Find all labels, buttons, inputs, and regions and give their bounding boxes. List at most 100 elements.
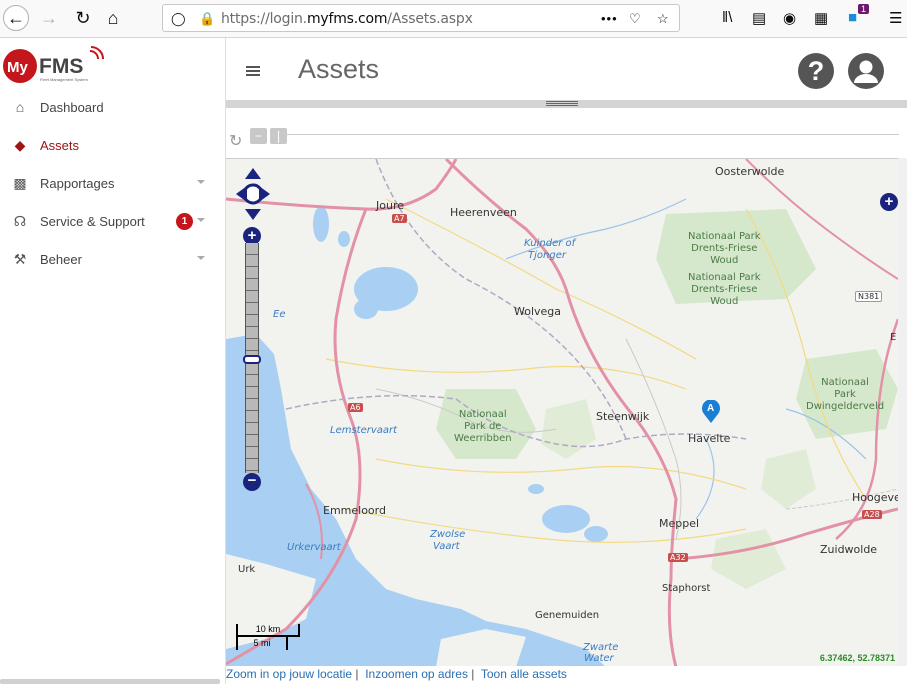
page-title: Assets [298, 54, 380, 84]
road-shield-a28: A28 [862, 510, 882, 519]
scale-km: 10 km [236, 624, 300, 637]
pocket-icon[interactable]: ♡ [629, 11, 641, 27]
forward-button[interactable]: → [36, 5, 62, 31]
svg-text:My: My [7, 59, 28, 76]
shield-icon[interactable]: ◯ [171, 11, 186, 27]
sidebar-item-service-support[interactable]: ☊ Service & Support 1 [0, 202, 225, 240]
menu-icon[interactable]: ☰ [889, 9, 902, 27]
url-bar[interactable]: ◯ 🔒 https://login.myfms.com/Assets.aspx … [162, 4, 680, 32]
map-label-park-weerribben: Nationaal Park de Weerribben [454, 409, 512, 444]
map-label-tjonger: Tjonger [528, 250, 566, 261]
splitter-grip-icon[interactable] [546, 101, 578, 106]
map-label-water: Water [584, 653, 614, 664]
user-avatar-button[interactable] [848, 53, 884, 89]
map-label-staphorst: Staphorst [662, 583, 711, 594]
map-label-urk: Urk [238, 564, 256, 575]
map-label-vaart: Vaart [433, 541, 460, 552]
home-button[interactable]: ⌂ [100, 5, 126, 31]
map-label-hoogeveen: Hoogeve [852, 491, 898, 504]
asset-marker-label: A [707, 403, 715, 414]
myfms-logo[interactable]: My FMS Fleet Management System [2, 44, 106, 84]
show-all-assets-link[interactable]: Toon alle assets [481, 667, 567, 681]
map-label-wolvega: Wolvega [514, 305, 562, 318]
chevron-down-icon [197, 218, 205, 222]
url-text[interactable]: https://login.myfms.com/Assets.aspx [221, 11, 473, 27]
map-label-lemstervaart: Lemstervaart [330, 425, 398, 436]
browser-toolbar: ← → ↻ ⌂ ◯ 🔒 https://login.myfms.com/Asse… [0, 0, 907, 38]
pane-icon[interactable]: ❘ [270, 128, 287, 144]
sidebar: My FMS Fleet Management System ⌂ Dashboa… [0, 38, 226, 684]
svg-text:Fleet Management System: Fleet Management System [40, 77, 88, 82]
page-actions-icon[interactable]: ••• [601, 11, 618, 26]
zoom-slider-handle[interactable] [243, 355, 261, 364]
hamburger-menu-icon[interactable] [246, 66, 260, 76]
map-zoom-control[interactable]: + − [243, 227, 263, 491]
sidebar-item-dashboard[interactable]: ⌂ Dashboard [0, 88, 225, 126]
chevron-down-icon [197, 256, 205, 260]
headset-icon: ☊ [13, 212, 27, 229]
map-footer-links: Zoom in op jouw locatie | Inzoomen op ad… [226, 667, 907, 684]
asset-marker[interactable]: A [701, 400, 721, 423]
sidebar-item-label: Rapportages [40, 175, 115, 191]
refresh-icon[interactable]: ↻ [229, 131, 242, 151]
extension-icon[interactable]: ▦ [814, 9, 828, 27]
map-label-park-drents-2: Nationaal Park Drents-Friese Woud [688, 272, 761, 307]
link-separator: | [471, 667, 475, 681]
library-icon[interactable]: ‖\ [722, 9, 732, 26]
sidebar-item-label: Dashboard [40, 99, 104, 115]
sidebar-item-beheer[interactable]: ⚒ Beheer [0, 240, 225, 278]
collapse-icon[interactable]: − [250, 128, 267, 144]
map-label-zwarte: Zwarte [583, 642, 619, 653]
map-label-park-dwingelderveld: Nationaal Park Dwingelderveld [806, 377, 885, 412]
zoom-out-icon[interactable]: − [243, 473, 261, 491]
sidebar-item-label: Assets [40, 137, 80, 153]
link-separator: | [355, 667, 359, 681]
map-label-steenwijk: Steenwijk [596, 410, 650, 423]
layer-switcher-icon[interactable]: + [880, 193, 898, 211]
toolbar-divider [286, 134, 899, 135]
map-label-emmeloord: Emmeloord [323, 504, 386, 517]
sidebar-item-assets[interactable]: ◆ Assets [0, 126, 225, 164]
scale-mi: 5 mi [236, 637, 288, 650]
bar-chart-icon: ▩ [13, 174, 27, 191]
map-label-oosterwolde: Oosterwolde [715, 165, 785, 178]
sidebar-item-rapportages[interactable]: ▩ Rapportages [0, 164, 225, 202]
map-label-zwolse: Zwolse [430, 529, 466, 540]
road-shield-a7: A7 [392, 214, 407, 223]
coordinate-readout: 6.37462, 52.78371 [819, 653, 895, 663]
svg-text:FMS: FMS [39, 55, 83, 78]
map-label-meppel: Meppel [659, 517, 700, 530]
addon-icon[interactable]: ■ [848, 9, 857, 26]
account-icon[interactable]: ◉ [783, 9, 796, 27]
user-icon [854, 60, 878, 83]
map-canvas [226, 159, 898, 666]
map-label-park-drents-1: Nationaal Park Drents-Friese Woud [688, 231, 761, 266]
map-label-havelte: Havelte [688, 432, 731, 445]
bookmark-star-icon[interactable]: ☆ [657, 11, 669, 27]
page-scrollbar[interactable] [898, 158, 907, 666]
layers-icon: ◆ [14, 136, 26, 153]
sidebar-scrollbar[interactable] [0, 679, 220, 684]
map-view[interactable]: Joure Heerenveen Oosterwolde Kuinder of … [226, 158, 898, 666]
map-label-ee: Ee [273, 309, 286, 320]
map-label-urkervaart: Urkervaart [287, 542, 341, 553]
back-button[interactable]: ← [3, 5, 29, 31]
map-pan-control[interactable] [234, 166, 272, 222]
lock-icon[interactable]: 🔒 [199, 11, 215, 27]
wrench-icon: ⚒ [13, 250, 27, 267]
home-icon: ⌂ [15, 99, 25, 115]
map-scale: 10 km 5 mi [236, 624, 302, 652]
reload-button[interactable]: ↻ [70, 5, 96, 31]
road-shield-a6: A6 [348, 403, 363, 412]
zoom-to-address-link[interactable]: Inzoomen op adres [365, 667, 468, 681]
page-header: Assets ? [226, 38, 907, 100]
map-toolbar: ↻ − ❘ [226, 108, 907, 158]
help-button[interactable]: ? [798, 53, 834, 89]
pan-arrows-icon [236, 168, 270, 220]
sidebar-item-label: Beheer [40, 251, 82, 267]
map-label-heerenveen: Heerenveen [450, 206, 517, 219]
panel-splitter[interactable] [226, 100, 907, 108]
zoom-to-location-link[interactable]: Zoom in op jouw locatie [226, 667, 352, 681]
sidebar-toggle-icon[interactable]: ▤ [752, 9, 766, 27]
chevron-down-icon [197, 180, 205, 184]
